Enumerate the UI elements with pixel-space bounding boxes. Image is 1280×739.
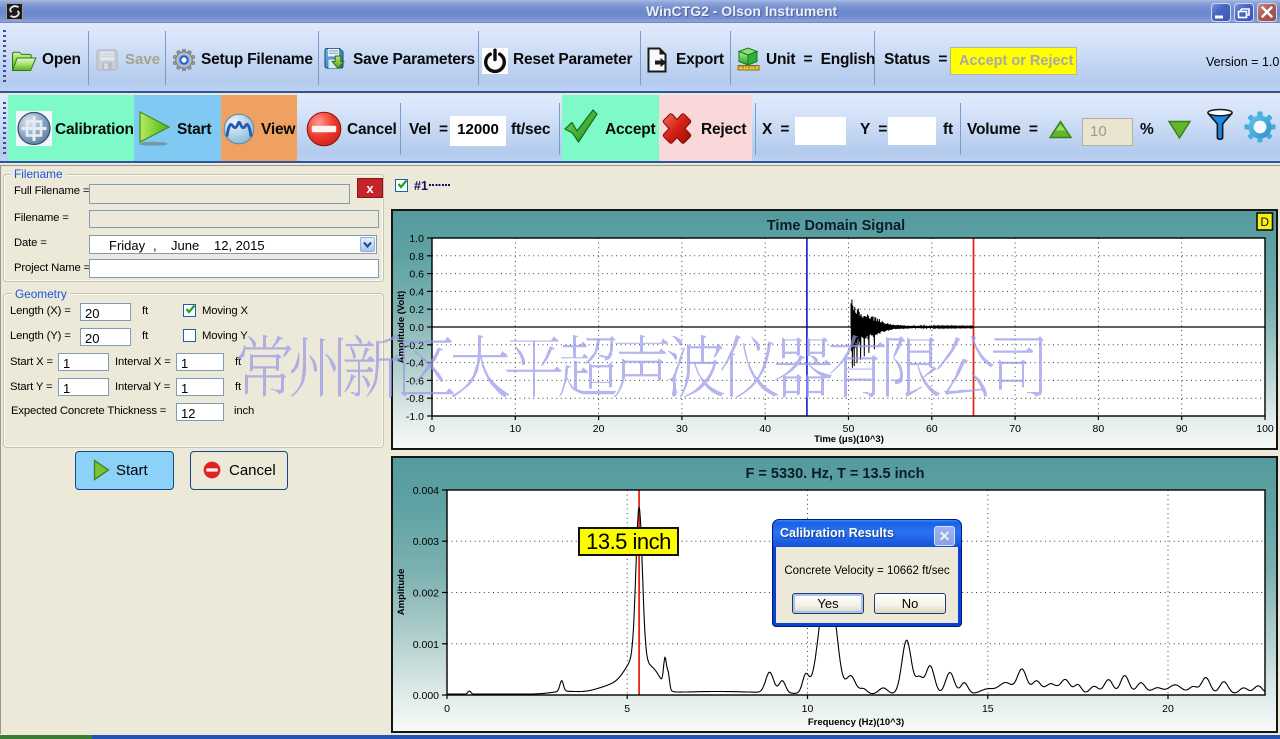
svg-text:100: 100: [1256, 423, 1274, 435]
svg-text:D: D: [1260, 215, 1269, 229]
svg-text:80: 80: [1093, 423, 1105, 435]
svg-text:20: 20: [1162, 703, 1174, 715]
svg-text:90: 90: [1176, 423, 1188, 435]
